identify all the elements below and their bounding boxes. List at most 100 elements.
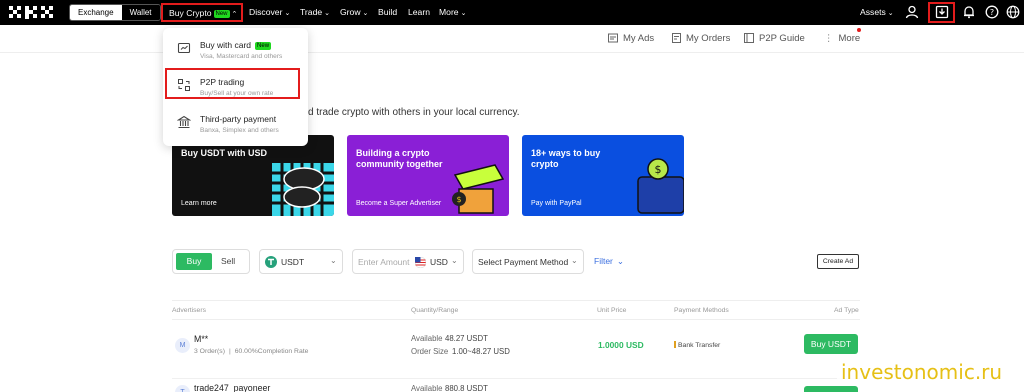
exchange-wallet-toggle[interactable]: Exchange Wallet	[69, 4, 161, 21]
menu-item-subtitle: Banxa, Simplex and others	[200, 127, 279, 134]
svg-text:$: $	[456, 195, 461, 204]
banner-community[interactable]: Building a crypto community together Bec…	[347, 135, 509, 216]
chevron-up-icon: ⌃	[231, 11, 238, 18]
nav-buy-crypto[interactable]: Buy Crypto New ⌃	[161, 3, 243, 22]
filter-button[interactable]: Filter ⌄	[594, 256, 624, 267]
exchange-tab[interactable]: Exchange	[70, 5, 122, 20]
okx-logo[interactable]	[9, 6, 56, 19]
payment-method-select[interactable]: Select Payment Method ⌄	[472, 249, 584, 274]
more-menu[interactable]: ⋮ More	[824, 33, 860, 44]
payment-method-value: Select Payment Method	[478, 257, 569, 267]
svg-text:$: $	[655, 163, 662, 176]
globe-icon[interactable]	[1006, 5, 1020, 19]
chevron-down-icon: ⌄	[887, 10, 894, 17]
menu-item-title: Buy with card New	[200, 40, 272, 50]
completion-rate: 60.00%Completion Rate	[234, 348, 309, 355]
chevron-down-icon: ⌄	[460, 10, 467, 17]
banner-title: 18+ ways to buy crypto	[531, 148, 601, 169]
amount-input-group[interactable]: Enter Amount USD ⌄	[352, 249, 464, 274]
nav-more-label: More	[439, 7, 459, 17]
col-advertisers: Advertisers	[172, 307, 206, 314]
my-ads-link[interactable]: My Ads	[608, 33, 654, 44]
banner-subtitle: Learn more	[181, 200, 217, 207]
storefront-illustration-icon: $	[452, 164, 505, 214]
nav-trade-label: Trade	[300, 7, 323, 17]
payment-method: Bank Transfer	[674, 341, 720, 349]
p2p-highlight-frame	[165, 68, 300, 99]
nav-more[interactable]: More ⌄	[439, 0, 466, 25]
create-ad-button[interactable]: Create Ad	[817, 254, 859, 269]
table-row: T trade247_payoneer Available880.8 USDT	[172, 378, 860, 392]
crypto-select[interactable]: USDT ⌄	[259, 249, 343, 274]
page-tagline: d trade crypto with others in your local…	[308, 107, 520, 118]
menu-item-label: Buy with card	[200, 40, 252, 50]
banner-buy-usdt[interactable]: Buy USDT with USD Learn more	[172, 135, 334, 216]
coins-illustration-icon	[272, 163, 334, 216]
advertiser-name[interactable]: M**	[194, 334, 208, 344]
orders-icon	[672, 33, 681, 43]
buy-tab[interactable]: Buy	[176, 253, 212, 270]
my-orders-link[interactable]: My Orders	[672, 33, 730, 44]
order-size-label: Order Size	[411, 347, 449, 356]
buy-sell-toggle[interactable]: Buy Sell	[172, 249, 250, 274]
sell-tab[interactable]: Sell	[221, 253, 235, 270]
us-flag-icon	[415, 257, 426, 268]
chevron-down-icon: ⌄	[284, 10, 291, 17]
amount-input[interactable]: Enter Amount	[358, 257, 410, 267]
available-label: Available	[411, 384, 443, 392]
wallet-illustration-icon: $	[637, 158, 684, 214]
wallet-tab[interactable]: Wallet	[121, 5, 160, 20]
top-nav-bar: Exchange Wallet Buy Crypto New ⌃ Discover ⌄…	[0, 0, 1024, 25]
menu-item-subtitle: Visa, Mastercard and others	[200, 53, 283, 60]
download-icon[interactable]	[935, 5, 949, 19]
ads-table-header: Advertisers Quantity/Range Unit Price Pa…	[172, 300, 860, 320]
chevron-down-icon: ⌄	[330, 256, 337, 265]
advertiser-stats: 3 Order(s) | 60.00%Completion Rate	[194, 348, 308, 355]
menu-item-buy-with-card[interactable]: Buy with card New Visa, Mastercard and ot…	[163, 32, 308, 66]
buy-usdt-button[interactable]: Buy USDT	[804, 334, 858, 354]
nav-grow-label: Grow	[340, 7, 361, 17]
ads-icon	[608, 33, 618, 43]
col-quantity-range: Quantity/Range	[411, 307, 459, 314]
unit-price: 1.0000 USD	[598, 340, 644, 350]
banner-subtitle: Become a Super Advertiser	[356, 200, 442, 207]
avatar: T	[175, 385, 190, 392]
nav-discover[interactable]: Discover ⌄	[249, 0, 290, 25]
col-ad-type: Ad Type	[834, 307, 859, 314]
table-row: M M** 3 Order(s) | 60.00%Completion Rate A…	[172, 330, 860, 370]
nav-assets[interactable]: Assets ⌄	[860, 0, 894, 25]
available-value: 880.8 USDT	[445, 384, 488, 392]
nav-trade[interactable]: Trade ⌄	[300, 0, 330, 25]
new-badge: New	[255, 42, 272, 50]
chevron-down-icon: ⌄	[571, 256, 578, 265]
col-payment-methods: Payment Methods	[674, 307, 729, 314]
order-size-value: 1.00~48.27 USD	[452, 347, 510, 356]
chevron-down-icon: ⌄	[616, 256, 625, 266]
available-amount: Available 880.8 USDT	[411, 384, 488, 392]
p2p-guide-link[interactable]: P2P Guide	[744, 33, 805, 44]
filter-label: Filter	[594, 256, 613, 266]
separator: |	[228, 348, 231, 355]
nav-learn[interactable]: Learn	[408, 0, 430, 25]
my-ads-label: My Ads	[623, 33, 655, 44]
banner-title: Buy USDT with USD	[181, 148, 268, 158]
banner-ways-to-buy[interactable]: 18+ ways to buy crypto Pay with PayPal $	[522, 135, 684, 216]
tether-icon	[265, 256, 277, 268]
more-label: More	[838, 33, 861, 44]
advertiser-name[interactable]: trade247_payoneer	[194, 383, 270, 392]
bell-icon[interactable]	[962, 5, 976, 19]
help-icon[interactable]: ?	[985, 5, 999, 19]
nav-build[interactable]: Build	[378, 0, 397, 25]
banner-subtitle: Pay with PayPal	[531, 200, 582, 207]
nav-grow[interactable]: Grow ⌄	[340, 0, 368, 25]
card-icon	[177, 42, 191, 54]
menu-item-third-party[interactable]: Third-party payment Banxa, Simplex and o…	[163, 106, 308, 140]
buy-usdt-button[interactable]	[804, 386, 858, 392]
notification-dot	[857, 28, 861, 32]
available-amount: Available 48.27 USDT	[411, 334, 488, 343]
available-label: Available	[411, 334, 443, 343]
user-icon[interactable]	[905, 5, 919, 19]
svg-text:?: ?	[990, 8, 994, 17]
fiat-select-value[interactable]: USD	[430, 257, 448, 267]
avatar: M	[175, 338, 190, 353]
